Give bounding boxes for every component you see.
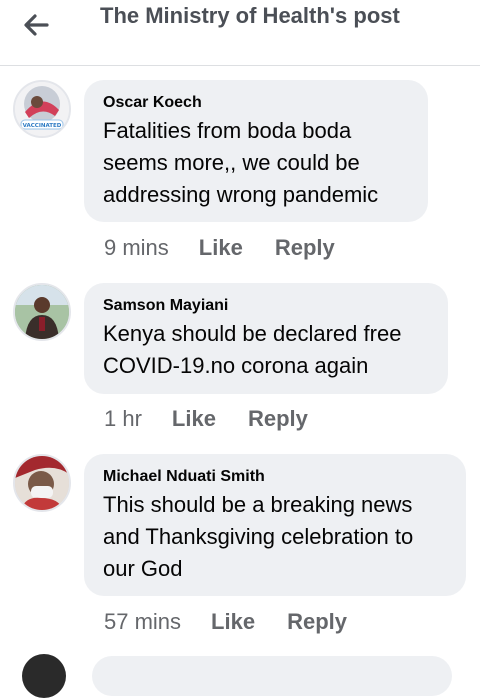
comment-bubble[interactable]: Samson Mayiani Kenya should be declared … (84, 283, 448, 394)
comment-timestamp[interactable]: 57 mins (104, 609, 181, 635)
avatar-badge: VACCINATED (23, 123, 62, 129)
comment-bubble[interactable]: Michael Nduati Smith This should be a br… (84, 454, 466, 596)
page-title: The Ministry of Health's post (100, 3, 400, 28)
avatar[interactable] (13, 454, 71, 512)
comment-bubble[interactable] (92, 656, 452, 696)
post-header: The Ministry of Health's post (0, 0, 480, 66)
comment-text: Fatalities from boda boda seems more,, w… (103, 118, 379, 207)
like-button[interactable]: Like (199, 235, 243, 261)
back-button[interactable] (18, 10, 54, 40)
comment-timestamp[interactable]: 1 hr (104, 406, 142, 432)
reply-button[interactable]: Reply (248, 406, 308, 432)
comment-text: Kenya should be declared free COVID-19.n… (103, 321, 402, 378)
comment-author[interactable]: Oscar Koech (103, 93, 408, 113)
avatar[interactable]: VACCINATED (13, 80, 71, 138)
back-arrow-icon (24, 14, 49, 36)
reply-button[interactable]: Reply (275, 235, 335, 261)
comment-actions: 1 hr Like Reply (104, 406, 308, 432)
avatar-image-icon (15, 285, 69, 339)
comment-author[interactable]: Michael Nduati Smith (103, 467, 446, 487)
comment-text: This should be a breaking news and Thank… (103, 492, 414, 581)
avatar-image-icon (15, 456, 69, 510)
avatar[interactable] (13, 283, 71, 341)
comment-timestamp[interactable]: 9 mins (104, 235, 169, 261)
comment-bubble[interactable]: Oscar Koech Fatalities from boda boda se… (84, 80, 428, 222)
comment-actions: 9 mins Like Reply (104, 235, 335, 261)
like-button[interactable]: Like (172, 406, 216, 432)
reply-button[interactable]: Reply (287, 609, 347, 635)
avatar-image-icon: VACCINATED (15, 82, 69, 136)
comment-actions: 57 mins Like Reply (104, 609, 347, 635)
like-button[interactable]: Like (211, 609, 255, 635)
comment-author[interactable]: Samson Mayiani (103, 296, 428, 316)
